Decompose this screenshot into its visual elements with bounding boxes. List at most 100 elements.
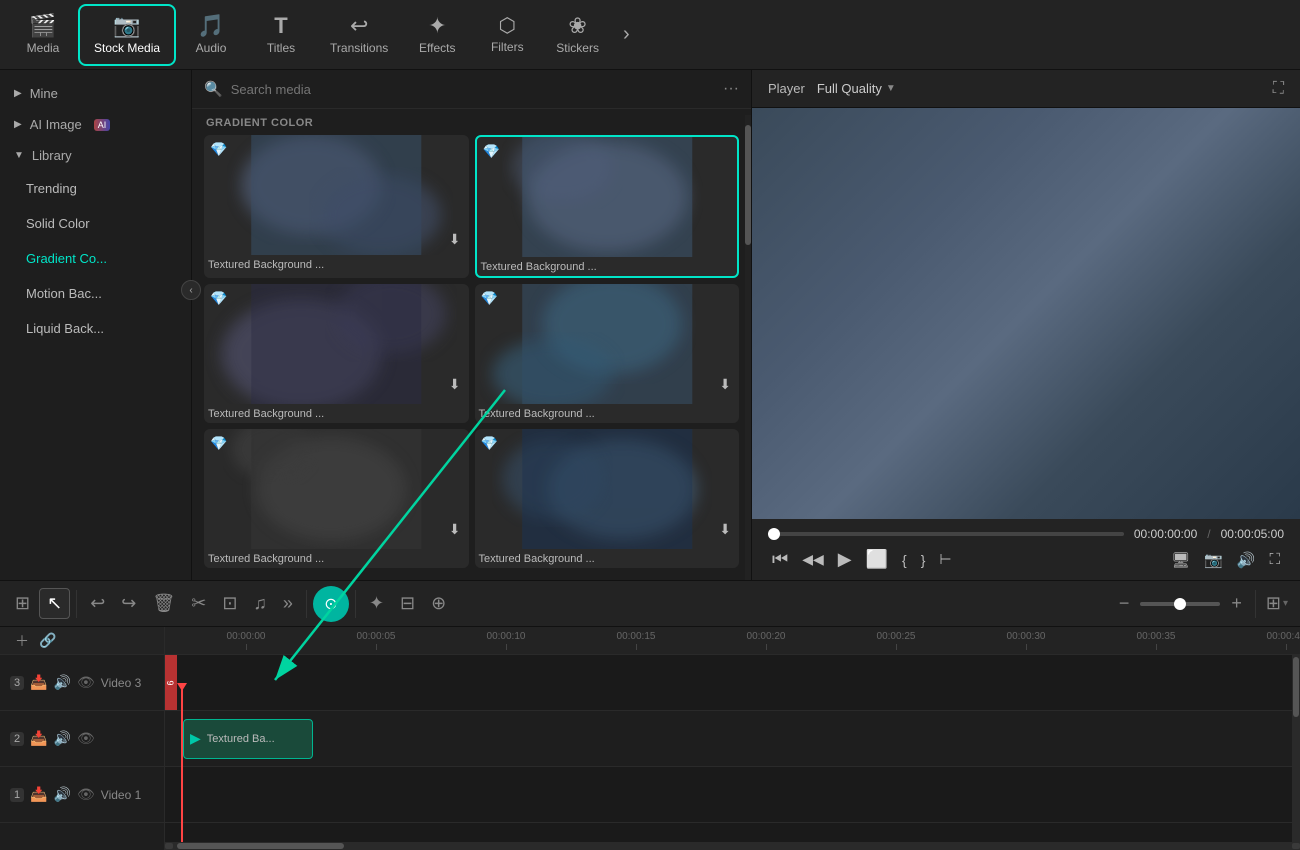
skip-button[interactable]: » <box>276 589 300 618</box>
zoom-in-button[interactable]: + <box>1224 589 1249 618</box>
sidebar-section-mine[interactable]: ▶ Mine <box>0 78 191 109</box>
sidebar-section-ai-image[interactable]: ▶ AI Image AI <box>0 109 191 140</box>
search-input[interactable] <box>231 82 715 97</box>
progress-track[interactable] <box>768 532 1124 536</box>
track3-eye-icon[interactable]: 👁 <box>77 674 95 691</box>
track2-import-icon[interactable]: 📥 <box>30 730 47 747</box>
zoom-out-button[interactable]: − <box>1112 589 1137 618</box>
track1-name: Video 1 <box>101 788 141 802</box>
hscroll-right-arrow[interactable] <box>1292 843 1300 849</box>
hscroll-thumb[interactable] <box>177 843 344 849</box>
sidebar-trending-label: Trending <box>26 181 77 196</box>
nav-media[interactable]: 🎬 Media <box>8 4 78 66</box>
add-video-track-button[interactable]: ＋ <box>10 629 34 653</box>
track2-volume-icon[interactable]: 🔊 <box>54 730 71 747</box>
mark-out-button[interactable]: } <box>917 550 930 570</box>
ruler-time-6: 00:00:30 <box>1007 631 1046 642</box>
time-separator: / <box>1207 527 1210 541</box>
sidebar-liquid-label: Liquid Back... <box>26 321 104 336</box>
ruler-mark-1: 00:00:05 <box>311 631 441 650</box>
sidebar-item-solid-color[interactable]: Solid Color <box>6 207 185 240</box>
link-tracks-button[interactable]: 🔗 <box>34 630 61 651</box>
insert-track-button[interactable]: ⊕ <box>424 589 453 618</box>
timeline-vscroll[interactable] <box>1292 655 1300 842</box>
fullscreen-button[interactable]: ⛶ <box>1265 549 1284 570</box>
track3-import-icon[interactable]: 📥 <box>30 674 47 691</box>
progress-row: 00:00:00:00 / 00:00:05:00 <box>768 527 1284 541</box>
step-back-button[interactable]: ◀◀ <box>798 549 828 570</box>
player-expand-icon[interactable]: ⛶ <box>1273 80 1284 98</box>
nav-titles-label: Titles <box>267 41 295 55</box>
audio-button[interactable]: 🔊 <box>1233 549 1260 571</box>
sidebar-collapse-button[interactable]: ‹ <box>181 280 201 300</box>
nav-stickers[interactable]: ❀ Stickers <box>542 4 613 66</box>
track1-eye-icon[interactable]: 👁 <box>77 786 95 803</box>
grid-view-button[interactable]: ⊞ ▾ <box>1262 589 1292 618</box>
timeline-right: 00:00:00 00:00:05 00:00:10 00:00:15 00:0… <box>165 627 1300 850</box>
media-card-2[interactable]: 💎 Textured Background ... <box>475 135 740 278</box>
sidebar-item-liquid-bac[interactable]: Liquid Back... <box>6 312 185 345</box>
track3-volume-icon[interactable]: 🔊 <box>54 674 71 691</box>
hscroll-left-arrow[interactable] <box>165 843 173 849</box>
record-button[interactable]: ⊙ <box>313 586 349 622</box>
nav-filters[interactable]: ⬡ Filters <box>472 4 542 66</box>
tracks-area: 6 ▶ Textured Ba... <box>165 655 1300 842</box>
media-card-1[interactable]: 💎 ⬇ Textured Background ... <box>204 135 469 278</box>
media-card-5[interactable]: 💎 ⬇ Textured Background ... <box>204 429 469 568</box>
monitor-button[interactable]: 🖥 <box>1167 549 1194 571</box>
crop-button[interactable]: ⊡ <box>215 589 244 618</box>
nav-more-button[interactable]: › <box>613 23 640 46</box>
audio-sync-button[interactable]: ♫ <box>246 589 274 618</box>
player-area: Player Full Quality ▼ ⛶ 00:00:00:00 / 00… <box>752 70 1300 580</box>
cam-switch-button[interactable]: ⊟ <box>393 589 422 618</box>
nav-audio[interactable]: 🎵 Audio <box>176 4 246 66</box>
track1-volume-icon[interactable]: 🔊 <box>54 786 71 803</box>
media-card-3[interactable]: 💎 ⬇ Textured Background ... <box>204 284 469 423</box>
rewind-button[interactable]: ⏮ <box>768 547 792 572</box>
player-canvas <box>752 108 1300 519</box>
redo-button[interactable]: ↪ <box>114 589 143 618</box>
snapshot-button[interactable]: 📷 <box>1200 549 1227 571</box>
undo-button[interactable]: ↩ <box>83 589 112 618</box>
nav-effects[interactable]: ✦ Effects <box>402 4 472 66</box>
sidebar-item-gradient-color[interactable]: Gradient Co... <box>6 242 185 275</box>
search-more-button[interactable]: ··· <box>723 80 739 98</box>
sidebar-item-motion-bac[interactable]: Motion Bac... <box>6 277 185 310</box>
stop-button[interactable]: ⬜ <box>862 547 892 572</box>
card5-heart-icon: 💎 <box>210 435 227 452</box>
select-tool-button[interactable]: ↖ <box>39 588 70 619</box>
nav-transitions[interactable]: ↩ Transitions <box>316 4 402 66</box>
ruler-mark-3: 00:00:15 <box>571 631 701 650</box>
nav-stock-media[interactable]: 📷 Stock Media <box>78 4 176 66</box>
ruler-mark-7: 00:00:35 <box>1091 631 1221 650</box>
media-card-4[interactable]: 💎 ⬇ Textured Background ... <box>475 284 740 423</box>
player-header: Player Full Quality ▼ ⛶ <box>752 70 1300 108</box>
timeline-playhead[interactable] <box>181 683 183 842</box>
ripple-button[interactable]: ✦ <box>362 589 391 618</box>
track-label-video3: 3 📥 🔊 👁 Video 3 <box>0 655 164 711</box>
timeline-hscroll[interactable] <box>165 842 1300 850</box>
player-quality-selector[interactable]: Full Quality ▼ <box>817 81 896 96</box>
track1-import-icon[interactable]: 📥 <box>30 786 47 803</box>
insert-button[interactable]: ⊢ <box>935 549 955 570</box>
zoom-slider[interactable] <box>1140 602 1220 606</box>
ruler-mark-0: 00:00:00 <box>181 631 311 650</box>
player-controls: 00:00:00:00 / 00:00:05:00 ⏮ ◀◀ ▶ ⬜ { } ⊢… <box>752 519 1300 580</box>
delete-button[interactable]: 🗑 <box>145 589 182 618</box>
ruler-tick-7 <box>1156 644 1157 650</box>
nav-titles[interactable]: T Titles <box>246 4 316 66</box>
cut-button[interactable]: ✂ <box>184 589 213 618</box>
card5-label: Textured Background ... <box>204 549 469 568</box>
progress-thumb[interactable] <box>768 528 780 540</box>
split-view-button[interactable]: ⊞ <box>8 589 37 618</box>
track2-eye-icon[interactable]: 👁 <box>77 730 95 747</box>
mark-in-button[interactable]: { <box>898 550 911 570</box>
sidebar-section-library[interactable]: ▼ Library <box>0 140 191 171</box>
timeline-clip-textured[interactable]: ▶ Textured Ba... <box>183 719 313 759</box>
play-button[interactable]: ▶ <box>834 547 856 572</box>
track-row-video1 <box>165 767 1300 823</box>
zoom-slider-thumb <box>1174 598 1186 610</box>
sidebar-item-trending[interactable]: Trending <box>6 172 185 205</box>
media-card-6[interactable]: 💎 ⬇ Textured Background ... <box>475 429 740 568</box>
media-scrollbar[interactable] <box>745 115 751 580</box>
